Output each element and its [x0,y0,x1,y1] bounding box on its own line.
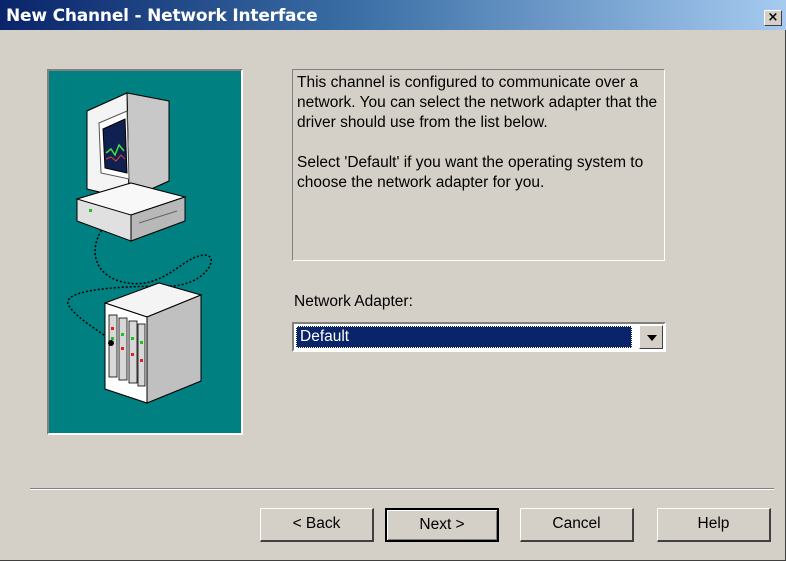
back-button[interactable]: < Back [260,508,374,542]
next-button[interactable]: Next > [385,508,499,542]
chevron-down-icon [647,335,657,341]
computer-network-device-icon [66,92,212,404]
description-panel: This channel is configured to communicat… [292,69,665,261]
close-button[interactable]: × [764,10,782,26]
help-button[interactable]: Help [657,508,771,542]
window-title: New Channel - Network Interface [6,6,318,26]
wizard-illustration [47,69,243,435]
network-adapter-label: Network Adapter: [294,293,413,310]
dialog-window: New Channel - Network Interface × This c… [0,0,786,561]
title-bar[interactable]: New Channel - Network Interface × [0,0,786,30]
network-adapter-selected-value[interactable]: Default [296,326,632,348]
dropdown-arrow-button[interactable] [639,325,663,349]
description-paragraph-2: Select 'Default' if you want the operati… [297,154,644,191]
button-divider [30,488,774,490]
cancel-button[interactable]: Cancel [520,508,634,542]
description-paragraph-1: This channel is configured to communicat… [297,74,658,131]
network-adapter-dropdown[interactable]: Default [292,322,666,352]
